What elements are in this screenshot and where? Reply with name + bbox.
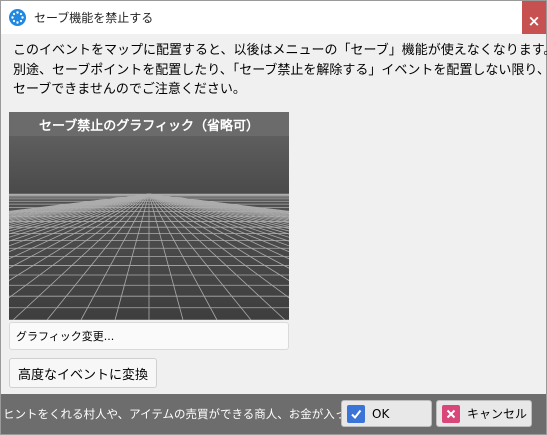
window-title: セーブ機能を禁止する bbox=[34, 11, 154, 25]
cancel-label: キャンセル bbox=[467, 407, 528, 421]
title-bar: セーブ機能を禁止する × bbox=[1, 1, 546, 34]
convert-advanced-event-button[interactable]: 高度なイベントに変換 bbox=[9, 358, 157, 388]
hint-text: ヒントをくれる村人や、アイテムの売買ができる商人、お金が入っ bbox=[3, 407, 341, 421]
graphic-header: セーブ禁止のグラフィック（省略可） bbox=[9, 112, 289, 136]
description-line: セーブできませんのでご注意ください。 bbox=[13, 82, 246, 97]
description-line: このイベントをマップに配置すると、以後はメニューの「セーブ」機能が使えなくなりま… bbox=[13, 43, 547, 58]
ok-button[interactable]: OK bbox=[341, 400, 432, 427]
change-graphic-button[interactable]: グラフィック変更... bbox=[9, 322, 289, 350]
x-icon bbox=[442, 404, 460, 423]
app-icon bbox=[9, 9, 26, 26]
footer-bar: ヒントをくれる村人や、アイテムの売買ができる商人、お金が入っ OK キャンセル bbox=[1, 394, 546, 434]
perspective-grid-image bbox=[9, 136, 289, 320]
description-text: このイベントをマップに配置すると、以後はメニューの「セーブ」機能が使えなくなりま… bbox=[13, 41, 547, 100]
description-line: 別途、セーブポイントを配置したり、「セーブ禁止を解除する」イベントを配置しない限… bbox=[13, 62, 547, 78]
dialog-window: セーブ機能を禁止する × このイベントをマップに配置すると、以後はメニューの「セ… bbox=[0, 0, 547, 435]
check-icon bbox=[347, 404, 365, 423]
convert-button-label: 高度なイベントに変換 bbox=[17, 367, 148, 383]
close-icon: × bbox=[527, 12, 541, 30]
cancel-button[interactable]: キャンセル bbox=[436, 400, 532, 427]
ok-label: OK bbox=[372, 406, 390, 421]
close-button[interactable]: × bbox=[522, 1, 546, 34]
change-graphic-label: グラフィック変更... bbox=[16, 330, 115, 343]
graphic-preview[interactable]: セーブ禁止のグラフィック（省略可） bbox=[9, 112, 289, 320]
